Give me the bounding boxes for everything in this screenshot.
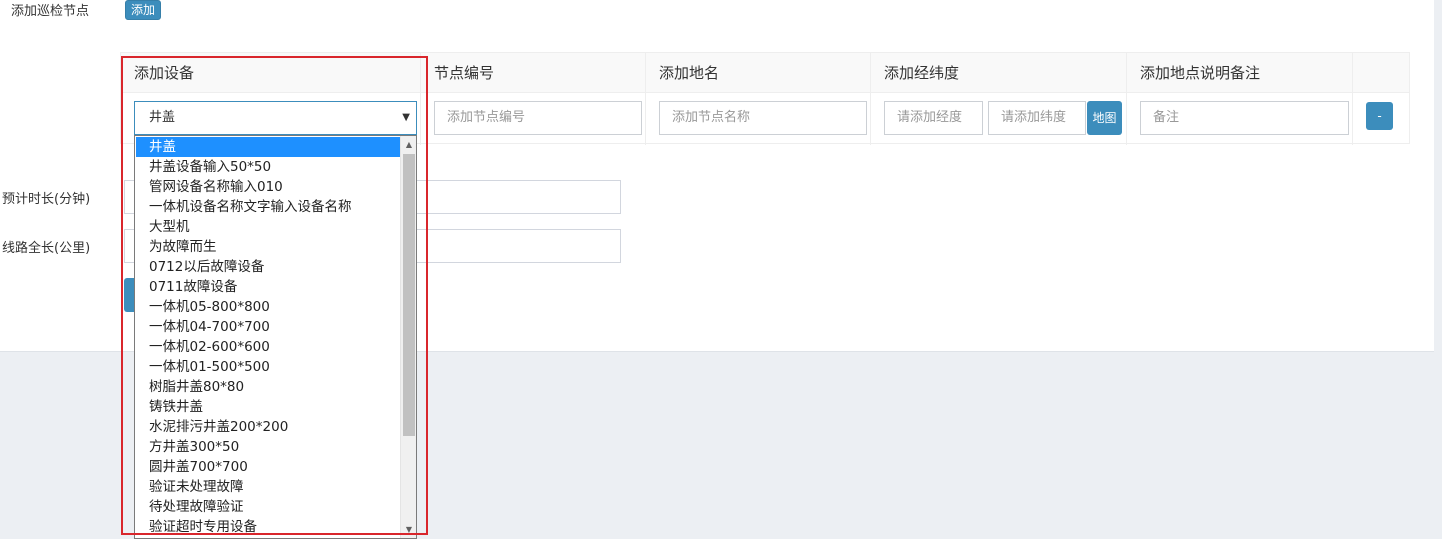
remark-input[interactable]: 备注 bbox=[1140, 101, 1349, 135]
longitude-input[interactable]: 请添加经度 bbox=[884, 101, 983, 135]
map-button[interactable]: 地图 bbox=[1087, 101, 1122, 135]
header-remark: 添加地点说明备注 bbox=[1127, 53, 1353, 93]
place-name-input[interactable]: 添加节点名称 bbox=[659, 101, 867, 135]
node-number-input[interactable]: 添加节点编号 bbox=[434, 101, 642, 135]
header-node-number: 节点编号 bbox=[421, 53, 646, 93]
header-place-name: 添加地名 bbox=[646, 53, 871, 93]
remove-row-button[interactable]: - bbox=[1366, 102, 1393, 130]
latitude-input[interactable]: 请添加纬度 bbox=[988, 101, 1086, 135]
add-node-button[interactable]: 添加 bbox=[125, 0, 162, 20]
length-label: 线路全长(公里) bbox=[2, 241, 91, 256]
header-coordinates: 添加经纬度 bbox=[871, 53, 1127, 93]
duration-label: 预计时长(分钟) bbox=[2, 192, 91, 207]
add-node-label: 添加巡检节点 bbox=[11, 4, 90, 19]
highlight-frame bbox=[121, 56, 428, 535]
header-actions bbox=[1353, 53, 1411, 93]
